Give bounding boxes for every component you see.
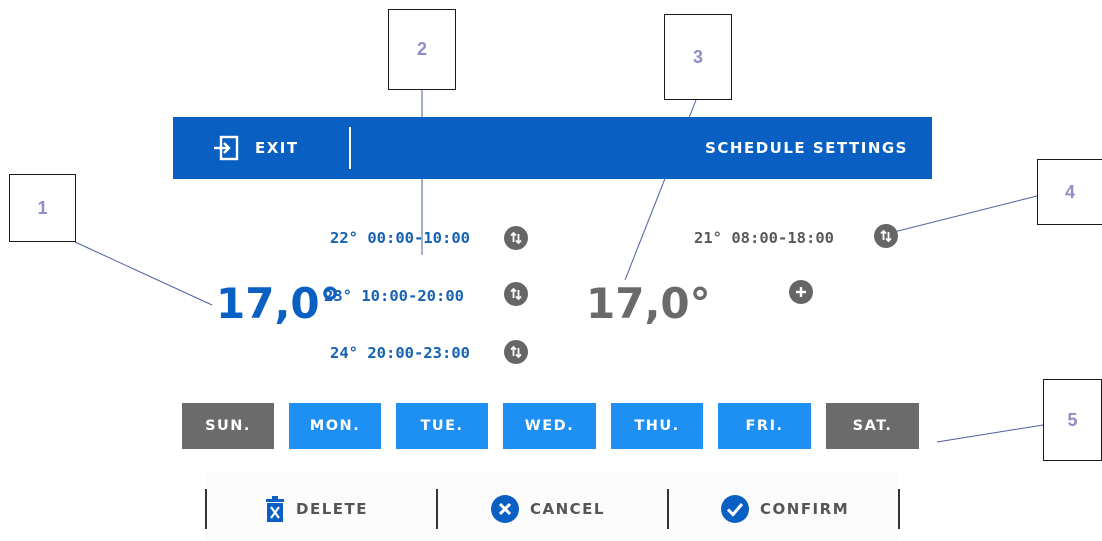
left-period-3-swap-button[interactable] bbox=[504, 340, 528, 364]
callout-2: 2 bbox=[388, 9, 456, 90]
day-mon[interactable]: MON. bbox=[289, 403, 381, 449]
callout-4: 4 bbox=[1037, 159, 1102, 225]
right-current-temperature: 17,0° bbox=[586, 279, 711, 328]
day-sat[interactable]: SAT. bbox=[826, 403, 919, 449]
page-title: SCHEDULE SETTINGS bbox=[705, 139, 908, 157]
day-sun[interactable]: SUN. bbox=[182, 403, 274, 449]
add-period-button[interactable] bbox=[789, 280, 813, 304]
cancel-label: CANCEL bbox=[530, 500, 605, 518]
delete-button[interactable]: DELETE bbox=[264, 494, 368, 524]
right-period-1-swap-button[interactable] bbox=[874, 224, 898, 248]
left-period-1: 22° 00:00-10:00 bbox=[330, 229, 470, 247]
left-period-2: 23° 10:00-20:00 bbox=[324, 287, 464, 305]
day-wed[interactable]: WED. bbox=[503, 403, 596, 449]
confirm-label: CONFIRM bbox=[760, 500, 850, 518]
right-period-1: 21° 08:00-18:00 bbox=[694, 229, 834, 247]
cancel-button[interactable]: CANCEL bbox=[490, 494, 605, 524]
day-fri[interactable]: FRI. bbox=[718, 403, 811, 449]
header-divider bbox=[349, 127, 351, 169]
swap-arrows-icon bbox=[510, 231, 522, 245]
exit-label: EXIT bbox=[255, 139, 299, 157]
cancel-x-icon bbox=[491, 495, 519, 523]
day-thu[interactable]: THU. bbox=[611, 403, 703, 449]
plus-icon bbox=[796, 287, 806, 297]
exit-icon bbox=[214, 135, 239, 161]
delete-label: DELETE bbox=[296, 500, 368, 518]
confirm-check-icon bbox=[721, 495, 749, 523]
exit-button[interactable]: EXIT bbox=[213, 117, 299, 179]
swap-arrows-icon bbox=[880, 229, 892, 243]
action-separator bbox=[667, 489, 669, 529]
day-tue[interactable]: TUE. bbox=[396, 403, 488, 449]
action-separator bbox=[205, 489, 207, 529]
left-period-1-swap-button[interactable] bbox=[504, 226, 528, 250]
swap-arrows-icon bbox=[510, 287, 522, 301]
action-separator bbox=[436, 489, 438, 529]
callout-1: 1 bbox=[9, 174, 76, 242]
left-current-temperature: 17,0° bbox=[216, 279, 341, 328]
action-separator bbox=[898, 489, 900, 529]
callout-3: 3 bbox=[664, 14, 732, 100]
left-period-2-swap-button[interactable] bbox=[504, 282, 528, 306]
trash-icon bbox=[266, 496, 284, 522]
header-bar: EXIT SCHEDULE SETTINGS bbox=[173, 117, 932, 179]
callout-leader-lines bbox=[74, 90, 1044, 443]
confirm-button[interactable]: CONFIRM bbox=[720, 494, 849, 524]
callout-5: 5 bbox=[1043, 379, 1102, 461]
swap-arrows-icon bbox=[510, 345, 522, 359]
left-period-3: 24° 20:00-23:00 bbox=[330, 344, 470, 362]
